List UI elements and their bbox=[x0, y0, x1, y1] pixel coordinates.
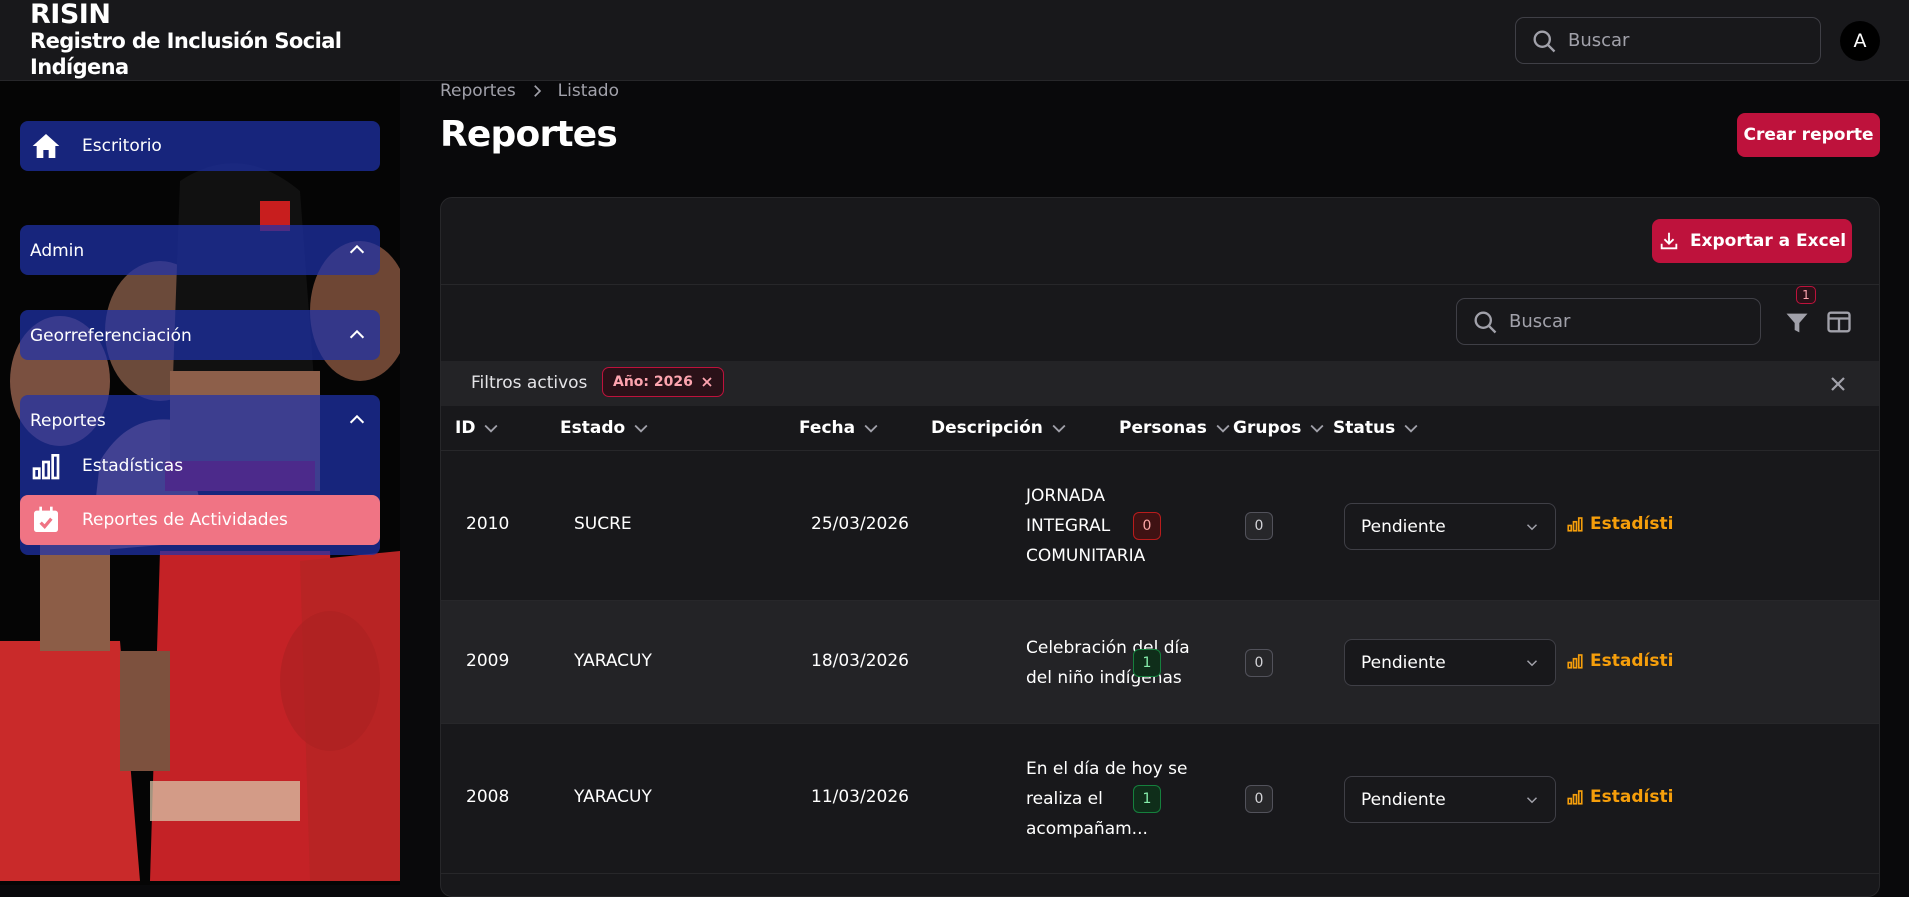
chevron-up-icon[interactable] bbox=[346, 324, 368, 346]
export-excel-button[interactable]: Exportar a Excel bbox=[1652, 219, 1852, 263]
close-icon[interactable] bbox=[701, 376, 713, 388]
personas-badge: 0 bbox=[1133, 512, 1161, 540]
table-header: ID Estado Fecha Descripción Personas Gru… bbox=[441, 406, 1879, 451]
search-icon bbox=[1533, 30, 1556, 52]
chevron-down-icon bbox=[1526, 796, 1538, 803]
column-header-estado[interactable]: Estado bbox=[560, 418, 651, 438]
cell-descripcion: JORNADA INTEGRAL COMUNITARIA bbox=[1026, 486, 1146, 566]
nav-group-admin[interactable]: Admin bbox=[20, 225, 380, 275]
chevron-down-icon bbox=[484, 424, 498, 433]
table-search-input[interactable] bbox=[1509, 311, 1749, 332]
nav-group-georreferenciacion[interactable]: Georreferenciación bbox=[20, 310, 380, 360]
bar-chart-icon bbox=[32, 454, 60, 480]
active-filters-bar: Filtros activos Año: 2026 bbox=[441, 361, 1879, 406]
chevron-down-icon bbox=[864, 424, 878, 433]
filter-icon[interactable] bbox=[1783, 309, 1811, 337]
breadcrumb-root[interactable]: Reportes bbox=[440, 81, 516, 101]
bar-chart-icon bbox=[1567, 790, 1583, 805]
cell-descripcion: En el día de hoy se realiza el acompañam… bbox=[1026, 759, 1188, 839]
chevron-down-icon bbox=[1404, 424, 1418, 433]
active-filters-label: Filtros activos bbox=[471, 373, 588, 393]
status-select[interactable]: Pendiente bbox=[1344, 776, 1556, 823]
sidebar: Escritorio Admin Georreferenciación Repo… bbox=[0, 81, 400, 885]
column-header-fecha[interactable]: Fecha bbox=[799, 418, 881, 438]
column-header-id[interactable]: ID bbox=[455, 418, 501, 438]
cell-descripcion: Celebración del día del niño indígenas bbox=[1026, 638, 1190, 688]
global-search[interactable] bbox=[1515, 17, 1821, 64]
reports-table-card: Exportar a Excel 1 Filtros activos Año: … bbox=[440, 197, 1880, 897]
column-header-status[interactable]: Status bbox=[1333, 418, 1421, 438]
brand-subtitle-line2: Indígena bbox=[30, 55, 129, 79]
cell-fecha: 11/03/2026 bbox=[811, 787, 909, 807]
chevron-down-icon bbox=[1526, 659, 1538, 666]
download-icon bbox=[1660, 232, 1678, 250]
chevron-right-icon bbox=[533, 85, 541, 97]
cell-fecha: 25/03/2026 bbox=[811, 514, 909, 534]
cell-fecha: 18/03/2026 bbox=[811, 651, 909, 671]
statistics-link[interactable]: Estadísti bbox=[1566, 651, 1673, 671]
chevron-down-icon bbox=[634, 424, 648, 433]
nav-group-georreferenciacion-label: Georreferenciación bbox=[30, 326, 192, 346]
columns-icon[interactable] bbox=[1825, 308, 1853, 336]
breadcrumb: Reportes Listado bbox=[440, 81, 619, 101]
chevron-down-icon bbox=[1310, 424, 1324, 433]
calendar-check-icon bbox=[34, 506, 58, 532]
create-report-button[interactable]: Crear reporte bbox=[1737, 113, 1880, 157]
cell-estado: SUCRE bbox=[574, 514, 632, 534]
table-row[interactable]: 2010 SUCRE 25/03/2026 JORNADA INTEGRAL C… bbox=[441, 451, 1879, 601]
filter-chip-label: Año: 2026 bbox=[613, 374, 693, 390]
chevron-down-icon bbox=[1216, 424, 1230, 433]
home-icon bbox=[32, 134, 60, 158]
column-header-descripcion[interactable]: Descripción bbox=[931, 418, 1069, 438]
grupos-badge: 0 bbox=[1245, 785, 1273, 813]
brand-name: RISIN bbox=[30, 0, 111, 30]
brand[interactable]: RISIN Registro de Inclusión Social Indíg… bbox=[30, 0, 342, 80]
nav-escritorio-label: Escritorio bbox=[82, 136, 162, 156]
brand-subtitle-line1: Registro de Inclusión Social bbox=[30, 29, 342, 53]
statistics-link[interactable]: Estadísti bbox=[1566, 787, 1673, 807]
global-search-input[interactable] bbox=[1568, 30, 1808, 51]
page-title: Reportes bbox=[440, 114, 618, 155]
table-search[interactable] bbox=[1456, 298, 1761, 345]
bar-chart-icon bbox=[1567, 517, 1583, 532]
export-excel-label: Exportar a Excel bbox=[1689, 231, 1847, 251]
cell-estado: YARACUY bbox=[574, 787, 652, 807]
grupos-badge: 0 bbox=[1245, 649, 1273, 677]
divider bbox=[441, 284, 1879, 285]
nav-reportes-de-actividades[interactable]: Reportes de Actividades bbox=[20, 495, 380, 545]
nav-reportes-de-actividades-label: Reportes de Actividades bbox=[82, 510, 288, 530]
cell-id: 2009 bbox=[466, 651, 510, 671]
status-select[interactable]: Pendiente bbox=[1344, 503, 1556, 550]
chevron-down-icon bbox=[1052, 424, 1066, 433]
column-header-grupos[interactable]: Grupos bbox=[1233, 418, 1327, 438]
clear-filters-icon[interactable] bbox=[1828, 374, 1848, 394]
table-row[interactable]: 2008 YARACUY 11/03/2026 En el día de hoy… bbox=[441, 724, 1879, 874]
nav-group-reportes-label: Reportes bbox=[30, 411, 106, 431]
nav-estadisticas[interactable]: Estadísticas bbox=[20, 441, 380, 491]
filter-count-badge: 1 bbox=[1796, 286, 1816, 304]
nav-estadisticas-label: Estadísticas bbox=[82, 456, 184, 476]
cell-id: 2010 bbox=[466, 514, 510, 534]
chevron-down-icon bbox=[1526, 523, 1538, 530]
cell-id: 2008 bbox=[466, 787, 510, 807]
chevron-up-icon[interactable] bbox=[346, 409, 368, 431]
top-bar: RISIN Registro de Inclusión Social Indíg… bbox=[0, 0, 1909, 81]
nav-group-admin-label: Admin bbox=[30, 241, 85, 261]
user-avatar[interactable]: A bbox=[1840, 21, 1880, 61]
filter-chip-year[interactable]: Año: 2026 bbox=[602, 367, 724, 397]
table-row[interactable]: 2009 YARACUY 18/03/2026 Celebración del … bbox=[441, 601, 1879, 724]
personas-badge: 1 bbox=[1133, 785, 1161, 813]
personas-badge: 1 bbox=[1133, 649, 1161, 677]
cell-estado: YARACUY bbox=[574, 651, 652, 671]
search-icon bbox=[1474, 311, 1497, 333]
nav-escritorio[interactable]: Escritorio bbox=[20, 121, 380, 171]
bar-chart-icon bbox=[1567, 654, 1583, 669]
statistics-link[interactable]: Estadísti bbox=[1566, 514, 1673, 534]
breadcrumb-current: Listado bbox=[557, 81, 619, 101]
status-select[interactable]: Pendiente bbox=[1344, 639, 1556, 686]
grupos-badge: 0 bbox=[1245, 512, 1273, 540]
column-header-personas[interactable]: Personas bbox=[1119, 418, 1233, 438]
chevron-up-icon[interactable] bbox=[346, 239, 368, 261]
